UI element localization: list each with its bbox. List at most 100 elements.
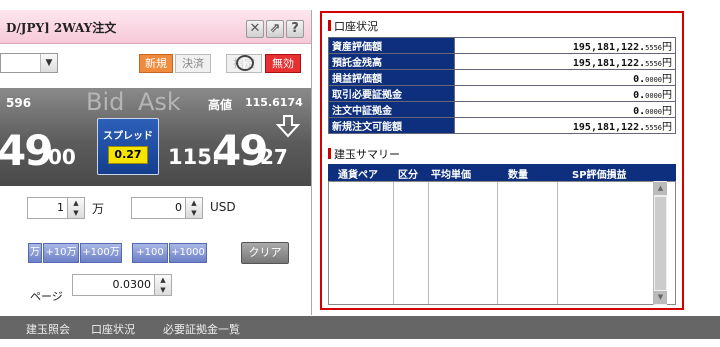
value-unit: 円 xyxy=(662,90,672,101)
quick-add-10man-button[interactable]: +10万 xyxy=(43,243,79,263)
spin-down-icon[interactable]: ▼ xyxy=(155,285,171,295)
spin-down-icon[interactable]: ▼ xyxy=(186,208,202,218)
ask-price-small[interactable]: 27 xyxy=(260,145,288,169)
col-avg-price[interactable]: 平均単価 xyxy=(431,166,471,181)
value-main: 0. xyxy=(633,106,646,117)
slippage-label: ページ xyxy=(30,290,63,303)
position-table-body xyxy=(328,181,676,305)
account-row-value: 195,181,122.5556円 xyxy=(454,37,676,54)
quantity-spin[interactable]: ▲ ▼ xyxy=(67,198,84,218)
spin-up-icon[interactable]: ▲ xyxy=(155,275,171,285)
nav-margin-list[interactable]: 必要証拠金一覧 xyxy=(163,321,240,337)
section-marker xyxy=(328,20,331,31)
bid-price-big[interactable]: 49 xyxy=(0,126,53,175)
usd-spin[interactable]: ▲ ▼ xyxy=(185,198,202,218)
usd-amount-value: 0 xyxy=(175,201,182,214)
value-fraction: 0000 xyxy=(645,108,662,116)
quick-add-100-button[interactable]: +100 xyxy=(132,243,168,263)
value-main: 195,181,122. xyxy=(572,42,646,53)
currency-pair-select[interactable]: ▼ xyxy=(0,53,58,73)
value-unit: 円 xyxy=(662,58,672,69)
popout-icon[interactable]: ⇗ xyxy=(266,20,284,38)
tab-new-order[interactable]: 新規 xyxy=(139,54,173,73)
quantity-value: 1 xyxy=(57,201,64,214)
value-fraction: 0000 xyxy=(645,76,662,84)
col-quantity[interactable]: 数量 xyxy=(508,166,528,181)
quick-add-man-button[interactable]: 万 xyxy=(28,243,42,263)
account-row-label: 注文中証拠金 xyxy=(328,101,455,118)
quantity-unit: 万 xyxy=(92,202,105,216)
quick-add-100man-button[interactable]: +100万 xyxy=(80,243,122,263)
value-main: 0. xyxy=(633,74,646,85)
ask-price-big[interactable]: 49 xyxy=(212,126,268,175)
account-panel: 口座状況 資産評価額 195,181,122.5556円 預託金残高 195,181,… xyxy=(320,11,684,310)
order-panel-title: D/JPY] 2WAY注文 xyxy=(6,21,117,35)
quantity-stepper[interactable]: 1 ▲ ▼ xyxy=(27,197,85,219)
account-row: 新規注文可能額 195,181,122.5556円 xyxy=(328,117,676,134)
scroll-up-icon[interactable]: ▲ xyxy=(654,182,667,195)
value-fraction: 5556 xyxy=(645,60,662,68)
value-fraction: 5556 xyxy=(645,124,662,132)
account-row: 預託金残高 195,181,122.5556円 xyxy=(328,53,676,70)
clear-button[interactable]: クリア xyxy=(241,242,289,264)
col-side[interactable]: 区分 xyxy=(398,166,418,181)
spread-box: スプレッド 0.27 xyxy=(97,118,159,175)
usd-amount-stepper[interactable]: 0 ▲ ▼ xyxy=(131,197,203,219)
column-divider xyxy=(428,182,429,304)
position-table-header: 通貨ペア 区分 平均単価 数量 SP評価損益 xyxy=(328,164,676,181)
spin-down-icon[interactable]: ▼ xyxy=(68,208,84,218)
value-unit: 円 xyxy=(662,106,672,117)
account-status-title-text: 口座状況 xyxy=(334,20,378,33)
usd-unit: USD xyxy=(210,200,236,214)
col-sp-pnl[interactable]: SP評価損益 xyxy=(572,166,627,181)
bid-price-prefix: 596 xyxy=(6,96,32,110)
value-fraction: 0000 xyxy=(645,92,662,100)
bid-label: Bid xyxy=(86,88,125,116)
value-unit: 円 xyxy=(662,42,672,53)
value-main: 195,181,122. xyxy=(572,122,646,133)
slippage-spin[interactable]: ▲ ▼ xyxy=(154,275,171,295)
high-label: 高値 xyxy=(208,98,233,112)
slippage-value: 0.0300 xyxy=(112,278,152,291)
quick-add-1000-button[interactable]: +1000 xyxy=(169,243,207,263)
nav-positions[interactable]: 建玉照会 xyxy=(26,321,70,337)
column-divider xyxy=(393,182,394,304)
slippage-stepper[interactable]: 0.0300 ▲ ▼ xyxy=(72,274,172,296)
account-row-label: 資産評価額 xyxy=(328,37,455,54)
cursor-ring-icon xyxy=(236,55,254,71)
account-row-label: 損益評価額 xyxy=(328,69,455,86)
nav-account-status[interactable]: 口座状況 xyxy=(91,321,135,337)
ask-label: Ask xyxy=(138,88,181,116)
disable-option[interactable]: 無効 xyxy=(265,54,301,73)
section-marker xyxy=(328,148,331,159)
account-table: 資産評価額 195,181,122.5556円 預託金残高 195,181,122.5… xyxy=(328,37,676,134)
bid-price-small[interactable]: 00 xyxy=(48,145,76,169)
account-row: 資産評価額 195,181,122.5556円 xyxy=(328,37,676,54)
account-row-value: 0.0000円 xyxy=(454,101,676,118)
chevron-down-icon: ▼ xyxy=(40,54,57,72)
col-currency-pair[interactable]: 通貨ペア xyxy=(338,166,378,181)
down-arrow-icon xyxy=(276,115,300,138)
two-way-order-panel: D/JPY] 2WAY注文 ✕ ⇗ ? ▼ 新規 決済 指定 無効 596 Bi… xyxy=(0,10,312,315)
column-divider xyxy=(557,182,558,304)
spin-up-icon[interactable]: ▲ xyxy=(186,198,202,208)
value-unit: 円 xyxy=(662,74,672,85)
position-scrollbar[interactable]: ▲ ▼ xyxy=(653,181,667,305)
spin-up-icon[interactable]: ▲ xyxy=(68,198,84,208)
order-panel-titlebar: D/JPY] 2WAY注文 ✕ ⇗ ? xyxy=(0,10,311,44)
scroll-thumb[interactable] xyxy=(655,197,666,290)
disable-option-label: 無効 xyxy=(272,57,294,70)
account-row: 注文中証拠金 0.0000円 xyxy=(328,101,676,118)
bottom-nav: 建玉照会 口座状況 必要証拠金一覧 xyxy=(0,316,720,339)
close-icon[interactable]: ✕ xyxy=(246,20,264,38)
account-status-title: 口座状況 xyxy=(328,18,378,34)
position-summary-title: 建玉サマリー xyxy=(328,146,400,162)
position-summary-title-text: 建玉サマリー xyxy=(334,148,400,161)
account-row: 取引必要証拠金 0.0000円 xyxy=(328,85,676,102)
spread-label: スプレッド xyxy=(103,131,153,142)
column-divider xyxy=(497,182,498,304)
scroll-down-icon[interactable]: ▼ xyxy=(654,291,667,304)
help-icon[interactable]: ? xyxy=(286,20,304,38)
value-main: 195,181,122. xyxy=(572,58,646,69)
tab-settle-order[interactable]: 決済 xyxy=(175,54,211,73)
